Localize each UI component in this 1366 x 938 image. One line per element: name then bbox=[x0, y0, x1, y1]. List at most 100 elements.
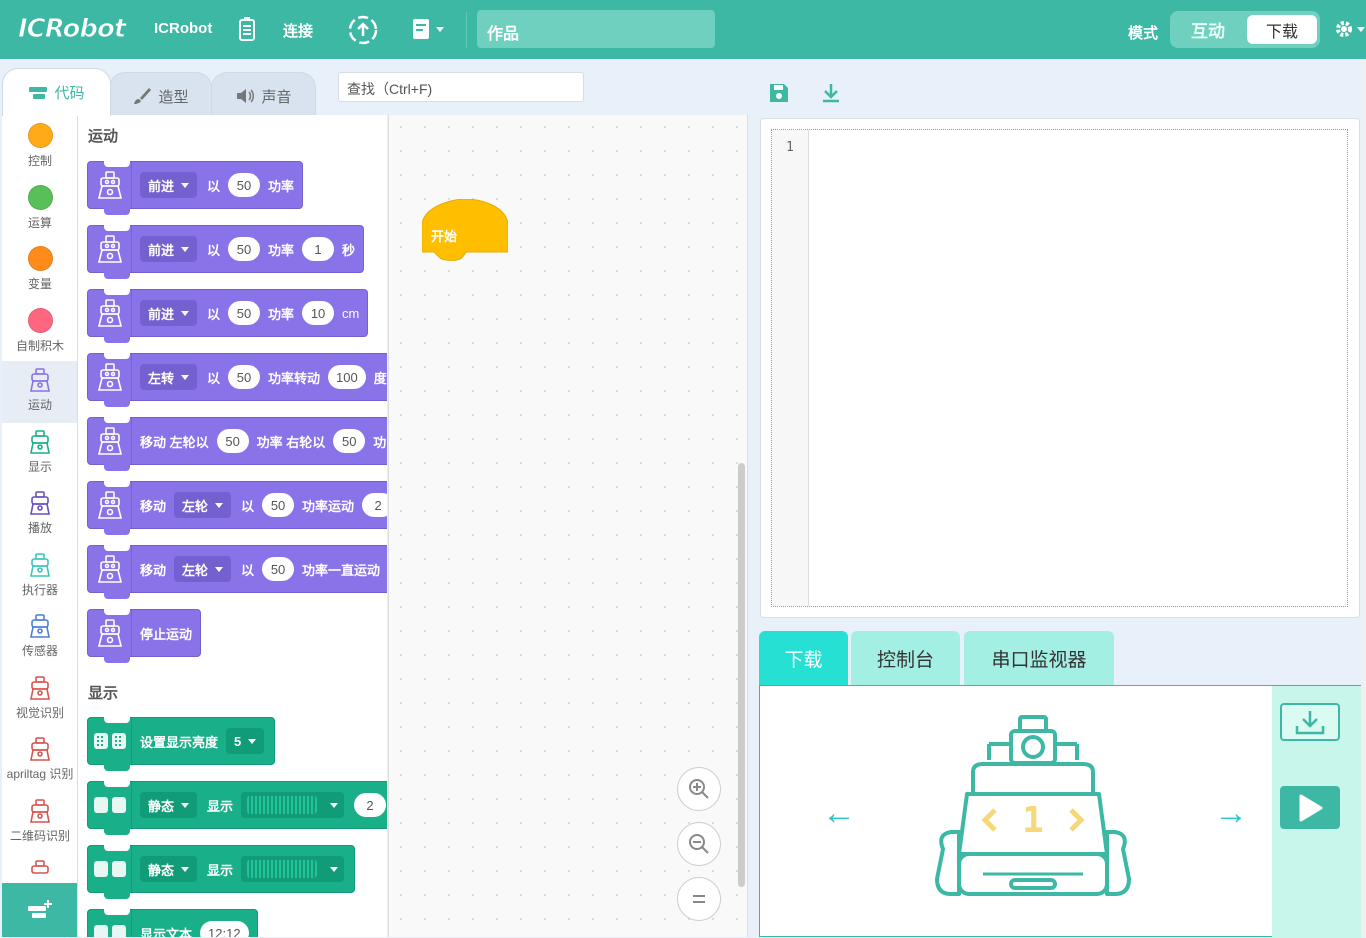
block-set-brightness[interactable]: 设置显示亮度 5 bbox=[87, 717, 276, 771]
download-icon[interactable] bbox=[821, 82, 841, 109]
power-input[interactable]: 50 bbox=[228, 237, 261, 261]
category-dot bbox=[27, 246, 53, 271]
category-sensor[interactable]: 传感器 bbox=[2, 607, 77, 669]
code-editor-area[interactable]: 1 bbox=[771, 129, 1348, 607]
zoom-in-button[interactable] bbox=[677, 767, 721, 811]
power-input[interactable]: 50 bbox=[228, 301, 261, 325]
category-control[interactable]: 控制 bbox=[2, 115, 77, 177]
category-my-blocks[interactable]: 自制积木 bbox=[2, 300, 77, 362]
tab-download[interactable]: 下载 bbox=[759, 631, 848, 686]
direction-dropdown[interactable]: 前进 bbox=[140, 236, 198, 262]
mode-download-option[interactable]: 下载 bbox=[1247, 15, 1317, 44]
block-text: 秒 bbox=[342, 242, 356, 258]
category-sound[interactable]: 播放 bbox=[2, 484, 77, 546]
code-editor[interactable]: 1 bbox=[760, 118, 1360, 618]
category-label: 视觉识别 bbox=[15, 706, 64, 720]
right-power-input[interactable]: 50 bbox=[333, 429, 366, 453]
number-input[interactable]: 2 bbox=[354, 793, 387, 817]
download-icon bbox=[1295, 711, 1325, 735]
next-program-arrow[interactable]: → bbox=[1214, 794, 1248, 833]
page-scrollbar[interactable] bbox=[1362, 60, 1366, 937]
brightness-dropdown[interactable]: 5 bbox=[226, 728, 265, 754]
block-text: 移动 bbox=[140, 562, 167, 578]
menu-divider bbox=[466, 12, 467, 48]
category-qrcode[interactable]: 二维码识别 bbox=[2, 792, 77, 854]
wheel-dropdown[interactable]: 左轮 bbox=[174, 492, 232, 518]
matrix-pattern-dropdown[interactable] bbox=[241, 792, 345, 818]
start-block-label: 开始 bbox=[431, 229, 458, 244]
tab-costume[interactable]: 造型 bbox=[109, 72, 212, 119]
tab-costume-label: 造型 bbox=[158, 88, 189, 106]
matrix-pattern-dropdown[interactable] bbox=[241, 856, 345, 882]
block-turn-left[interactable]: 左转 以 50 功率转动 100 度 bbox=[87, 353, 387, 407]
block-display-text[interactable]: 显示文本 12:12 bbox=[87, 909, 258, 937]
category-actuator[interactable]: 执行器 bbox=[2, 546, 77, 608]
run-button[interactable] bbox=[1280, 786, 1340, 829]
power-input[interactable]: 50 bbox=[262, 493, 295, 517]
left-power-input[interactable]: 50 bbox=[216, 429, 249, 453]
tab-code[interactable]: 代码 bbox=[2, 68, 111, 116]
direction-dropdown[interactable]: 前进 bbox=[140, 300, 198, 326]
category-vision[interactable]: 视觉识别 bbox=[2, 669, 77, 731]
block-move-forward-seconds[interactable]: 前进 以 50 功率 1 秒 bbox=[87, 225, 365, 279]
brush-icon bbox=[134, 88, 152, 104]
download-to-device-button[interactable] bbox=[1280, 703, 1340, 741]
block-text: 移动 左轮以 bbox=[140, 434, 209, 450]
category-label: 传感器 bbox=[21, 644, 58, 658]
category-variables[interactable]: 变量 bbox=[2, 238, 77, 300]
category-motion[interactable]: 运动 bbox=[2, 361, 77, 423]
direction-dropdown[interactable]: 前进 bbox=[140, 172, 198, 198]
block-move-forward-distance[interactable]: 前进 以 50 功率 10 cm bbox=[87, 289, 369, 343]
duration-input[interactable]: 2 bbox=[362, 493, 387, 517]
seconds-input[interactable]: 1 bbox=[302, 237, 335, 261]
display-mode-dropdown[interactable]: 静态 bbox=[140, 856, 198, 882]
block-display-static-pattern[interactable]: 静态 显示 bbox=[87, 845, 356, 899]
program-number: 1 bbox=[1022, 800, 1044, 841]
block-text: 功 bbox=[373, 434, 387, 450]
upload-icon[interactable] bbox=[346, 13, 380, 47]
power-input[interactable]: 50 bbox=[262, 557, 295, 581]
previous-program-arrow[interactable]: ← bbox=[822, 794, 856, 833]
category-apriltag[interactable]: apriltag 识别 bbox=[2, 730, 77, 792]
tab-sound[interactable]: 声音 bbox=[211, 72, 316, 119]
category-label: 变量 bbox=[27, 277, 52, 291]
mode-interact-option[interactable]: 互动 bbox=[1170, 11, 1246, 48]
block-move-forward-power[interactable]: 前进 以 50 功率 bbox=[87, 161, 304, 215]
block-display-static-number[interactable]: 静态 显示 2 bbox=[87, 781, 387, 835]
mode-toggle[interactable]: 互动 下载 bbox=[1170, 11, 1320, 48]
robot-icon bbox=[30, 430, 50, 454]
wheel-dropdown[interactable]: 左轮 bbox=[174, 556, 232, 582]
power-input[interactable]: 50 bbox=[228, 365, 261, 389]
zoom-reset-button[interactable] bbox=[677, 877, 721, 921]
block-text: 功率 bbox=[268, 242, 295, 258]
save-icon[interactable] bbox=[768, 82, 790, 109]
category-operators[interactable]: 运算 bbox=[2, 177, 77, 239]
equals-icon bbox=[693, 895, 705, 903]
gear-icon[interactable] bbox=[1333, 16, 1366, 42]
category-display[interactable]: 显示 bbox=[2, 423, 77, 485]
search-input[interactable]: 查找（Ctrl+F) bbox=[338, 72, 584, 102]
file-menu-icon[interactable] bbox=[411, 17, 449, 43]
tab-serial-monitor[interactable]: 串口监视器 bbox=[964, 631, 1114, 686]
block-move-wheel-timed[interactable]: 移动 左轮 以 50 功率运动 2 bbox=[87, 481, 387, 535]
connect-button[interactable]: 连接 bbox=[283, 20, 313, 41]
add-extension-button[interactable] bbox=[2, 883, 77, 937]
zoom-out-button[interactable] bbox=[677, 822, 721, 866]
block-text: 停止运动 bbox=[140, 626, 193, 642]
block-stop-motion[interactable]: 停止运动 bbox=[87, 609, 202, 663]
text-input[interactable]: 12:12 bbox=[200, 921, 249, 937]
block-text: 以 bbox=[207, 178, 221, 194]
degree-input[interactable]: 100 bbox=[328, 365, 366, 389]
distance-input[interactable]: 10 bbox=[302, 301, 335, 325]
display-mode-dropdown[interactable]: 静态 bbox=[140, 792, 198, 818]
block-move-wheels[interactable]: 移动 左轮以 50 功率 右轮以 50 功 bbox=[87, 417, 387, 471]
tab-console[interactable]: 控制台 bbox=[851, 631, 960, 686]
code-icon bbox=[29, 86, 48, 99]
turn-dropdown[interactable]: 左转 bbox=[140, 364, 198, 390]
workspace-scrollbar[interactable] bbox=[738, 463, 745, 887]
project-title-input[interactable]: 作品 bbox=[477, 10, 715, 48]
script-workspace[interactable]: 开始 bbox=[388, 115, 748, 937]
block-move-wheel-forever[interactable]: 移动 左轮 以 50 功率一直运动 bbox=[87, 545, 387, 599]
block-text: 以 bbox=[207, 370, 221, 386]
power-input[interactable]: 50 bbox=[228, 173, 261, 197]
